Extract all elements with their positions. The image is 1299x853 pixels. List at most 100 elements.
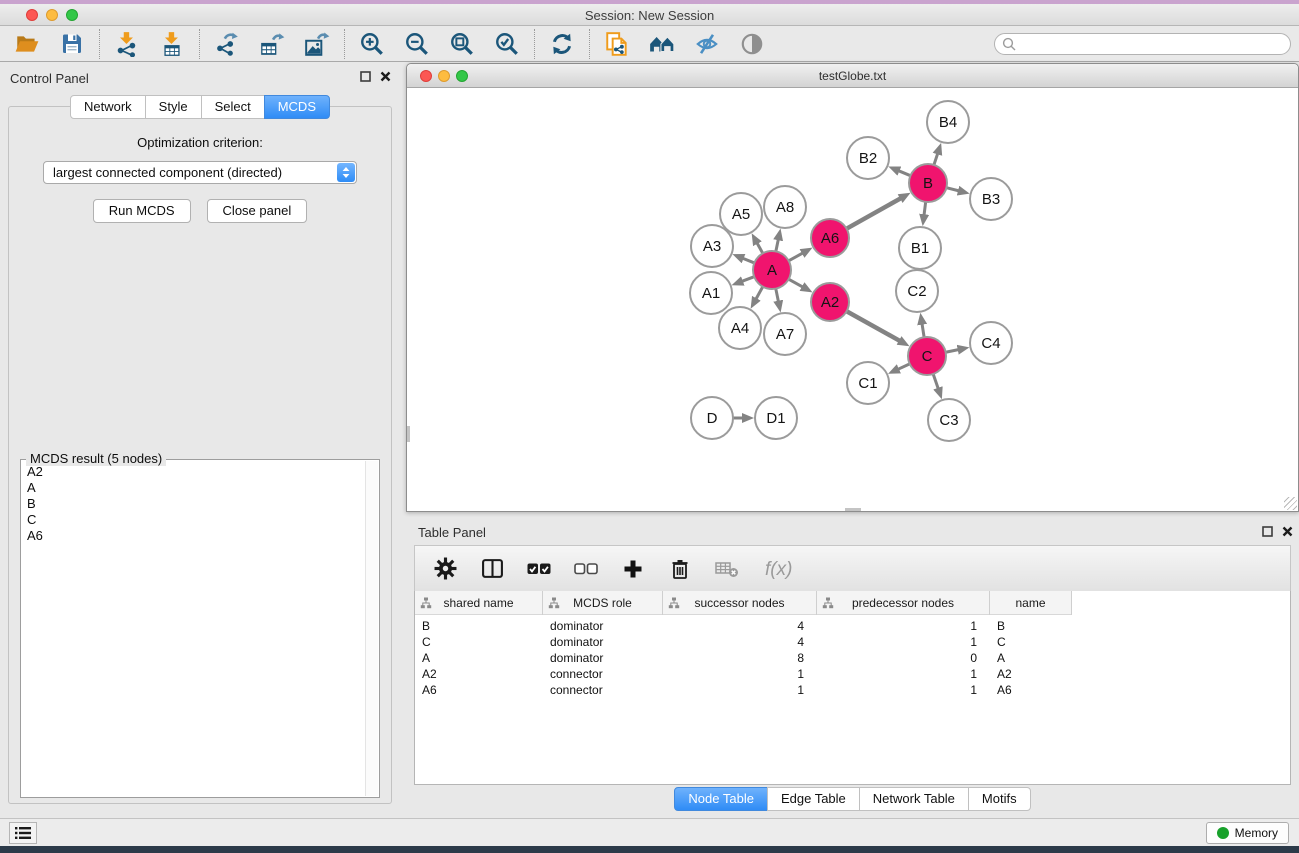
hide-details-icon[interactable] <box>693 30 721 58</box>
delete-table-icon[interactable] <box>714 556 740 582</box>
network-canvas[interactable]: B4B2BB3B1A5A8A3A6AA1C2A2A4A7CC4C1C3DD1 <box>407 89 1298 511</box>
split-panel-icon[interactable] <box>479 556 505 582</box>
function-builder-icon[interactable]: f(x) <box>761 556 805 582</box>
zoom-fit-icon[interactable] <box>448 30 476 58</box>
node-A6[interactable]: A6 <box>811 219 849 257</box>
zoom-out-icon[interactable] <box>403 30 431 58</box>
show-details-icon[interactable] <box>738 30 766 58</box>
node-A5[interactable]: A5 <box>720 193 762 235</box>
result-item[interactable]: B <box>27 496 364 512</box>
table-row[interactable]: A2connector11A2 <box>415 666 1072 682</box>
edge-C-C1[interactable] <box>897 364 910 370</box>
table-row[interactable]: Adominator80A <box>415 650 1072 666</box>
task-history-button[interactable] <box>9 822 37 844</box>
edge-B-B1[interactable] <box>924 202 926 216</box>
table-row[interactable]: A6connector11A6 <box>415 682 1072 698</box>
export-network-icon[interactable] <box>213 30 241 58</box>
export-table-icon[interactable] <box>258 30 286 58</box>
run-mcds-button[interactable]: Run MCDS <box>93 199 191 223</box>
node-A2[interactable]: A2 <box>811 283 849 321</box>
node-C2[interactable]: C2 <box>896 270 938 312</box>
tab-network-table[interactable]: Network Table <box>859 787 969 811</box>
edge-B-B4[interactable] <box>934 152 938 165</box>
node-A1[interactable]: A1 <box>690 272 732 314</box>
criterion-dropdown[interactable]: largest connected component (directed) <box>43 161 357 184</box>
edge-A-A2[interactable] <box>789 279 804 287</box>
edge-A-A4[interactable] <box>755 287 762 300</box>
column-header-name[interactable]: name <box>990 591 1072 615</box>
export-image-icon[interactable] <box>303 30 331 58</box>
node-D1[interactable]: D1 <box>755 397 797 439</box>
edge-A2-C[interactable] <box>847 311 901 341</box>
edge-C-C2[interactable] <box>922 323 924 338</box>
node-D[interactable]: D <box>691 397 733 439</box>
close-panel-button[interactable]: Close panel <box>207 199 308 223</box>
float-panel-icon[interactable] <box>1262 526 1273 537</box>
edge-A6-B[interactable] <box>847 198 902 229</box>
vertical-scroll-thumb[interactable] <box>407 426 410 442</box>
node-B1[interactable]: B1 <box>899 227 941 269</box>
node-A8[interactable]: A8 <box>764 186 806 228</box>
table-row[interactable]: Bdominator41B <box>415 618 1072 634</box>
edge-C-C3[interactable] <box>933 374 938 390</box>
edge-B-B2[interactable] <box>898 170 911 175</box>
result-item[interactable]: A2 <box>27 464 364 480</box>
import-table-icon[interactable] <box>158 30 186 58</box>
edge-C-C4[interactable] <box>946 349 960 352</box>
node-C1[interactable]: C1 <box>847 362 889 404</box>
node-B[interactable]: B <box>909 164 947 202</box>
float-panel-icon[interactable] <box>360 71 371 82</box>
tab-style[interactable]: Style <box>145 95 202 119</box>
tab-node-table[interactable]: Node Table <box>674 787 768 811</box>
edge-A-A3[interactable] <box>742 258 755 263</box>
node-C[interactable]: C <box>908 337 946 375</box>
column-header-predecessor-nodes[interactable]: predecessor nodes <box>817 591 990 615</box>
column-header-shared-name[interactable]: shared name <box>415 591 543 615</box>
result-item[interactable]: C <box>27 512 364 528</box>
search-field[interactable] <box>994 33 1291 55</box>
close-panel-icon[interactable] <box>1282 526 1293 537</box>
table-row[interactable]: Cdominator41C <box>415 634 1072 650</box>
edge-A-A1[interactable] <box>741 277 754 282</box>
node-A[interactable]: A <box>753 251 791 289</box>
add-column-icon[interactable] <box>620 556 646 582</box>
edge-A-A8[interactable] <box>776 238 779 251</box>
edge-B-B3[interactable] <box>946 188 960 191</box>
node-B3[interactable]: B3 <box>970 178 1012 220</box>
edge-A-A6[interactable] <box>789 252 804 260</box>
node-A4[interactable]: A4 <box>719 307 761 349</box>
refresh-view-icon[interactable] <box>548 30 576 58</box>
network-window-titlebar[interactable]: testGlobe.txt <box>407 64 1298 88</box>
node-B2[interactable]: B2 <box>847 137 889 179</box>
node-C3[interactable]: C3 <box>928 399 970 441</box>
import-network-icon[interactable] <box>113 30 141 58</box>
column-header-MCDS-role[interactable]: MCDS role <box>543 591 663 615</box>
edge-A-A5[interactable] <box>756 242 762 253</box>
home-layout-icon[interactable] <box>648 30 676 58</box>
result-item[interactable]: A <box>27 480 364 496</box>
tab-mcds[interactable]: MCDS <box>264 95 330 119</box>
duplicate-network-icon[interactable] <box>603 30 631 58</box>
memory-button[interactable]: Memory <box>1206 822 1289 844</box>
edge-A-A7[interactable] <box>776 289 779 303</box>
node-B4[interactable]: B4 <box>927 101 969 143</box>
node-A7[interactable]: A7 <box>764 313 806 355</box>
horizontal-scroll-thumb[interactable] <box>845 508 861 511</box>
open-session-icon[interactable] <box>13 30 41 58</box>
tab-edge-table[interactable]: Edge Table <box>767 787 860 811</box>
deselect-all-icon[interactable] <box>573 556 599 582</box>
tab-select[interactable]: Select <box>201 95 265 119</box>
node-C4[interactable]: C4 <box>970 322 1012 364</box>
table-settings-icon[interactable] <box>432 556 458 582</box>
zoom-in-icon[interactable] <box>358 30 386 58</box>
delete-column-icon[interactable] <box>667 556 693 582</box>
tab-network[interactable]: Network <box>70 95 146 119</box>
resize-grip[interactable] <box>1284 497 1297 510</box>
select-all-icon[interactable] <box>526 556 552 582</box>
result-scrollbar[interactable] <box>365 461 378 796</box>
save-session-icon[interactable] <box>58 30 86 58</box>
tab-motifs[interactable]: Motifs <box>968 787 1031 811</box>
close-panel-icon[interactable] <box>380 71 391 82</box>
zoom-selected-icon[interactable] <box>493 30 521 58</box>
search-input[interactable] <box>1016 35 1290 53</box>
